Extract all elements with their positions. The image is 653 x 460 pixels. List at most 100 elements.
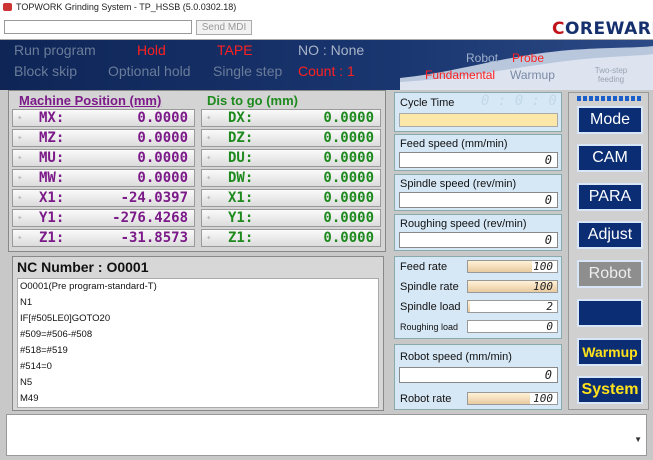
- roughing-load-value: 0: [546, 320, 553, 333]
- status-hold: Hold: [137, 42, 166, 58]
- axis-marker-icon: ✦: [206, 173, 212, 183]
- dropdown-arrow-icon[interactable]: ▼: [634, 435, 642, 444]
- feed-speed-label: Feed speed (mm/min): [400, 138, 508, 150]
- feed-rate-value: 100: [533, 260, 553, 273]
- nc-line: IF[#505LE0]GOTO20: [20, 313, 111, 324]
- status-robot: Robot: [466, 51, 499, 65]
- axis-dy1[interactable]: ✦ Y1: 0.0000: [201, 209, 381, 227]
- adjust-button[interactable]: Adjust: [577, 221, 643, 249]
- cycle-time-label: Cycle Time: [400, 97, 455, 109]
- spindle-load-value: 2: [546, 300, 553, 313]
- axis-x1[interactable]: ✦ X1: -24.0397: [12, 189, 195, 207]
- send-mdi-button[interactable]: Send MDI: [196, 20, 252, 35]
- roughing-speed-value: 0: [399, 232, 558, 248]
- roughing-load-bar: 0: [467, 320, 558, 333]
- cycle-time-bar: [399, 113, 558, 127]
- axis-marker-icon: ✦: [17, 133, 23, 143]
- axis-marker-icon: ✦: [17, 213, 23, 223]
- axis-marker-icon: ✦: [17, 193, 23, 203]
- feed-rate-bar[interactable]: 100: [467, 260, 558, 273]
- warmup-button[interactable]: Warmup: [577, 338, 643, 366]
- window-title: TOPWORK Grinding System - TP_HSSB (5.0.0…: [16, 2, 237, 12]
- axis-marker-icon: ✦: [206, 153, 212, 163]
- cycle-time-panel: Cycle Time 0 : 0 : 0: [394, 92, 562, 132]
- axis-z1[interactable]: ✦ Z1: -31.8573: [12, 229, 195, 247]
- axis-dx[interactable]: ✦ DX: 0.0000: [201, 109, 381, 127]
- robot-rate-bar[interactable]: 100: [467, 392, 558, 405]
- status-count: Count : 1: [298, 63, 355, 79]
- title-bar: TOPWORK Grinding System - TP_HSSB (5.0.0…: [0, 0, 653, 14]
- nc-program-list[interactable]: O0001(Pre program-standard-T) N1 IF[#505…: [17, 278, 379, 408]
- system-button[interactable]: System: [577, 376, 643, 404]
- feed-rate-label: Feed rate: [400, 261, 448, 273]
- robot-panel: Robot speed (mm/min) 0 Robot rate 100: [394, 344, 562, 410]
- axis-du[interactable]: ✦ DU: 0.0000: [201, 149, 381, 167]
- axis-marker-icon: ✦: [206, 193, 212, 203]
- status-block-skip: Block skip: [14, 63, 78, 79]
- axis-dx1[interactable]: ✦ X1: 0.0000: [201, 189, 381, 207]
- mdi-input[interactable]: [4, 20, 192, 34]
- robot-button[interactable]: Robot: [577, 260, 643, 288]
- status-fundamental: Fundamental: [425, 68, 496, 82]
- status-warmup: Warmup: [510, 68, 555, 82]
- nc-line: #514=0: [20, 361, 52, 372]
- feed-rate-fill: [468, 261, 533, 272]
- axis-marker-icon: ✦: [206, 213, 212, 223]
- robot-rate-label: Robot rate: [400, 393, 452, 405]
- axis-mu[interactable]: ✦ MU: 0.0000: [12, 149, 195, 167]
- status-led-strip: [577, 96, 643, 101]
- feed-speed-panel: Feed speed (mm/min) 0: [394, 134, 562, 171]
- robot-speed-value: 0: [399, 367, 558, 383]
- nc-line: N1: [20, 297, 33, 308]
- spindle-load-bar: 2: [467, 300, 558, 313]
- status-two-step-feeding: Two-step feeding: [594, 66, 628, 84]
- spindle-load-label: Spindle load: [400, 301, 461, 313]
- robot-rate-fill: [468, 393, 531, 404]
- feed-speed-value: 0: [399, 152, 558, 168]
- para-button[interactable]: PARA: [577, 183, 643, 211]
- status-no: NO : None: [298, 42, 365, 58]
- coreware-logo: COREWARE: [552, 19, 653, 39]
- spindle-speed-panel: Spindle speed (rev/min) 0: [394, 174, 562, 211]
- spindle-speed-label: Spindle speed (rev/min): [400, 178, 517, 190]
- nc-line: M49: [20, 393, 39, 404]
- app-icon: [3, 3, 12, 11]
- axis-dz[interactable]: ✦ DZ: 0.0000: [201, 129, 381, 147]
- status-single-step: Single step: [213, 63, 283, 79]
- roughing-speed-label: Roughing speed (rev/min): [400, 218, 527, 230]
- status-tape: TAPE: [217, 42, 253, 58]
- robot-rate-value: 100: [533, 392, 553, 405]
- blank-button[interactable]: [577, 299, 643, 327]
- axis-dw[interactable]: ✦ DW: 0.0000: [201, 169, 381, 187]
- machine-position-title: Machine Position (mm): [19, 93, 162, 108]
- axis-marker-icon: ✦: [206, 133, 212, 143]
- side-menu: Mode CAM PARA Adjust Robot Warmup System: [568, 92, 649, 410]
- toolbar: Send MDI COREWARE: [0, 14, 653, 40]
- axis-y1[interactable]: ✦ Y1: -276.4268: [12, 209, 195, 227]
- axis-marker-icon: ✦: [206, 113, 212, 123]
- message-area[interactable]: ▼: [6, 414, 647, 456]
- axis-mz[interactable]: ✦ MZ: 0.0000: [12, 129, 195, 147]
- axis-marker-icon: ✦: [17, 153, 23, 163]
- status-optional-hold: Optional hold: [108, 63, 191, 79]
- nc-program-panel: NC Number : O0001 O0001(Pre program-stan…: [12, 256, 384, 411]
- axis-mx[interactable]: ✦ MX: 0.0000: [12, 109, 195, 127]
- spindle-rate-bar[interactable]: 100: [467, 280, 558, 293]
- axis-mw[interactable]: ✦ MW: 0.0000: [12, 169, 195, 187]
- cam-button[interactable]: CAM: [577, 144, 643, 172]
- robot-speed-label: Robot speed (mm/min): [400, 351, 512, 363]
- spindle-speed-value: 0: [399, 192, 558, 208]
- nc-line: N5: [20, 377, 33, 388]
- mode-button[interactable]: Mode: [577, 106, 643, 134]
- spindle-rate-label: Spindle rate: [400, 281, 459, 293]
- spindle-load-fill: [468, 301, 470, 312]
- nc-line: #509=#506-#508: [20, 329, 93, 340]
- axis-dz1[interactable]: ✦ Z1: 0.0000: [201, 229, 381, 247]
- roughing-speed-panel: Roughing speed (rev/min) 0: [394, 214, 562, 251]
- status-run-program: Run program: [14, 42, 96, 58]
- axis-marker-icon: ✦: [17, 173, 23, 183]
- dis-to-go-title: Dis to go (mm): [207, 93, 298, 108]
- nc-line: #518=#519: [20, 345, 68, 356]
- status-probe: Probe: [512, 51, 545, 65]
- axis-marker-icon: ✦: [17, 233, 23, 243]
